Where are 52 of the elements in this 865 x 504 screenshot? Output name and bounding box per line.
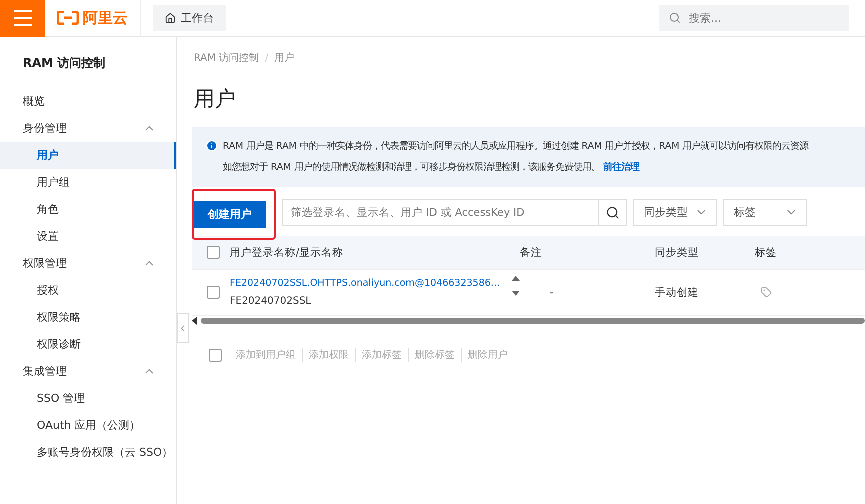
- sidebar-group[interactable]: 身份管理: [0, 115, 176, 142]
- filter-field[interactable]: 筛选登录名、显示名、用户 ID 或 AccessKey ID: [282, 199, 599, 226]
- sidebar-title: RAM 访问控制: [22, 55, 107, 72]
- sidebar-group[interactable]: 集成管理: [0, 358, 176, 385]
- column-header: 同步类型: [655, 246, 700, 260]
- sidebar-item[interactable]: 用户: [0, 142, 176, 169]
- table-cell-text: 手动创建: [655, 286, 700, 300]
- filter-dropdown[interactable]: 同步类型: [633, 199, 717, 226]
- sidebar-group[interactable]: 权限管理: [0, 250, 176, 277]
- column-header: 备注: [520, 246, 543, 260]
- workbench-button[interactable]: 工作台: [153, 5, 226, 31]
- table-cell-text: -: [549, 286, 555, 298]
- sidebar-item[interactable]: OAuth 应用（公测）: [0, 412, 176, 439]
- filter-dropdown[interactable]: 标签: [723, 199, 807, 226]
- sidebar-item[interactable]: 多账号身份权限（云 SSO）: [0, 439, 176, 466]
- page-title: 用户: [194, 86, 237, 113]
- sidebar-item[interactable]: 权限诊断: [0, 331, 176, 358]
- sidebar-item[interactable]: 权限策略: [0, 304, 176, 331]
- sidebar-item[interactable]: 角色: [0, 196, 176, 223]
- scrollbar[interactable]: [201, 318, 865, 324]
- menu-button[interactable]: [0, 0, 45, 36]
- column-header: 标签: [755, 246, 778, 260]
- home-icon: [165, 12, 176, 24]
- info-icon: [206, 140, 218, 152]
- create-user-button[interactable]: 创建用户: [194, 201, 266, 228]
- scroll-left-icon[interactable]: [192, 317, 197, 325]
- search-field[interactable]: 搜索...: [659, 5, 849, 31]
- breadcrumb-separator: /: [265, 52, 269, 64]
- notice-text: 如您想对于 RAM 用户的使用情况做检测和治理，可移步身份权限治理检测，该服务免费使用。: [223, 162, 600, 173]
- sidebar-item[interactable]: 授权: [0, 277, 176, 304]
- search-button[interactable]: [599, 199, 627, 226]
- logo-text: 阿里云: [83, 8, 128, 28]
- sidebar-item[interactable]: 概览: [0, 88, 176, 115]
- user-link[interactable]: FE20240702SSL.OHTTPS.onaliyun.com@10466323586...: [230, 278, 500, 291]
- sidebar-item[interactable]: 设置: [0, 223, 176, 250]
- notice-text: RAM 用户是 RAM 中的一种实体身份，代表需要访问阿里云的人员或应用程序。通过创建 RAM 用户并授权，RAM 用户就可以访问有权限的云资源: [223, 140, 809, 154]
- table-cell-text: FE20240702SSL: [230, 296, 312, 307]
- checkbox[interactable]: [207, 246, 220, 259]
- search-icon: [669, 12, 681, 24]
- breadcrumb-item: 用户: [274, 52, 295, 65]
- search-icon: [606, 206, 620, 220]
- scroll-down-icon[interactable]: [512, 291, 520, 296]
- checkbox[interactable]: [207, 286, 220, 299]
- sidebar-item[interactable]: SSO 管理: [0, 385, 176, 412]
- checkbox[interactable]: [209, 348, 222, 362]
- column-header: 用户登录名称/显示名称: [230, 246, 345, 260]
- sidebar-item[interactable]: 用户组: [0, 169, 176, 196]
- logo-icon: [57, 11, 79, 25]
- scroll-up-icon[interactable]: [512, 276, 520, 282]
- govern-link[interactable]: 前往治理: [603, 162, 640, 173]
- tag-icon[interactable]: [761, 287, 772, 298]
- breadcrumb-item[interactable]: RAM 访问控制: [194, 51, 260, 65]
